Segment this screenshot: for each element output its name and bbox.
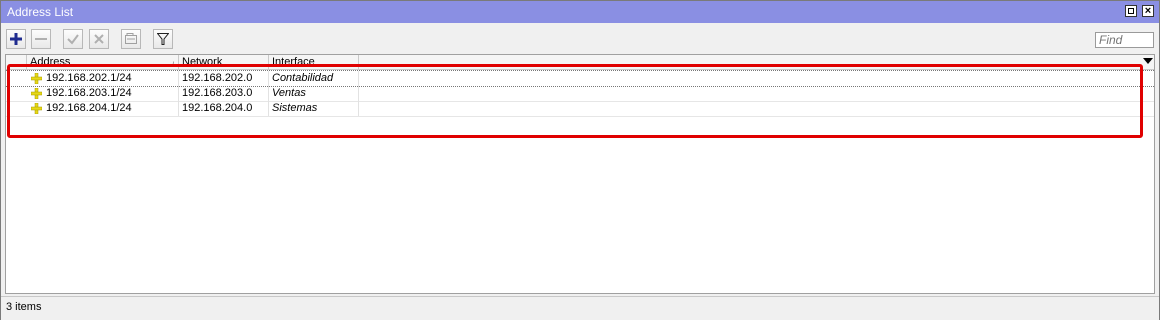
disable-button[interactable] xyxy=(89,29,109,49)
table-row[interactable]: 192.168.204.1/24 192.168.204.0 Sistemas xyxy=(6,101,1154,117)
column-menu-icon[interactable] xyxy=(1143,58,1153,64)
title-bar: Address List × xyxy=(1,1,1159,23)
close-icon[interactable]: × xyxy=(1142,5,1154,17)
interface-cell: Contabilidad xyxy=(269,71,359,86)
enable-button[interactable] xyxy=(63,29,83,49)
network-cell: 192.168.203.0 xyxy=(179,86,269,101)
restore-icon[interactable] xyxy=(1125,5,1137,17)
table-row[interactable]: 192.168.203.1/24 192.168.203.0 Ventas xyxy=(6,86,1154,102)
column-header-network[interactable]: Network xyxy=(179,55,269,69)
add-button[interactable] xyxy=(6,29,26,49)
remove-button[interactable] xyxy=(31,29,51,49)
table-header: Address / Network Interface xyxy=(6,55,1154,70)
item-count: 3 items xyxy=(6,301,42,313)
interface-cell: Sistemas xyxy=(269,101,359,116)
enable-icon xyxy=(67,34,79,45)
address-plus-icon xyxy=(31,73,42,84)
address-table: Address / Network Interface 192.168.202.… xyxy=(5,54,1155,294)
column-header-interface[interactable]: Interface xyxy=(269,55,359,69)
find-input[interactable] xyxy=(1095,32,1154,48)
header-spacer xyxy=(6,55,27,69)
address-plus-icon xyxy=(31,103,42,114)
toolbar xyxy=(1,23,1159,53)
comment-icon xyxy=(125,33,137,44)
address-cell: 192.168.203.1/24 xyxy=(27,86,179,101)
address-cell: 192.168.202.1/24 xyxy=(27,71,179,86)
remove-icon xyxy=(35,38,47,40)
disable-icon xyxy=(94,34,104,44)
status-bar: 3 items xyxy=(1,296,1159,320)
address-plus-icon xyxy=(31,88,42,99)
network-cell: 192.168.202.0 xyxy=(179,71,269,86)
add-icon xyxy=(10,33,22,45)
filter-icon xyxy=(157,33,169,45)
network-cell: 192.168.204.0 xyxy=(179,101,269,116)
address-cell: 192.168.204.1/24 xyxy=(27,101,179,116)
window-title: Address List xyxy=(7,5,74,19)
comment-button[interactable] xyxy=(121,29,141,49)
column-header-address[interactable]: Address / xyxy=(27,55,179,69)
address-list-window: Address List × Find Address / Network In… xyxy=(0,0,1160,320)
interface-cell: Ventas xyxy=(269,86,359,101)
sort-icon: / xyxy=(172,62,174,69)
filter-button[interactable] xyxy=(153,29,173,49)
table-row[interactable]: 192.168.202.1/24 192.168.202.0 Contabili… xyxy=(6,70,1154,87)
